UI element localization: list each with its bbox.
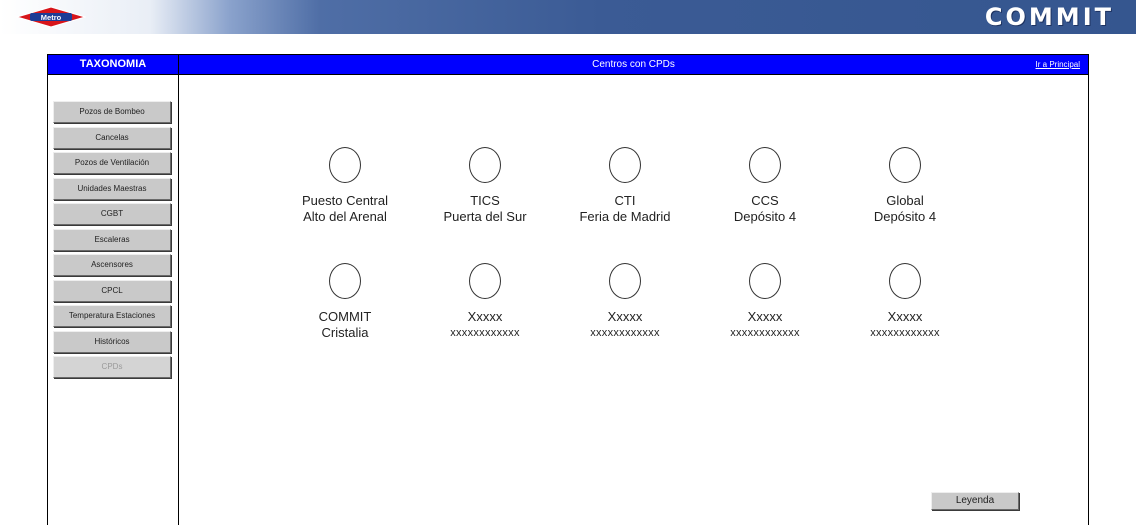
go-principal-link[interactable]: Ir a Principal — [1036, 58, 1080, 72]
cpd-center-name: TICS — [470, 193, 500, 208]
top-banner: Metro COMMIT — [0, 0, 1136, 34]
sidebar-title: TAXONOMIA — [48, 55, 178, 75]
sidebar-item-cgbt[interactable]: CGBT — [53, 203, 171, 225]
status-circle-icon[interactable] — [469, 147, 501, 183]
status-circle-icon[interactable] — [609, 147, 641, 183]
cpd-center-location: Depósito 4 — [733, 209, 797, 224]
cpd-center-item[interactable]: Global Depósito 4 — [835, 147, 975, 225]
cpd-center-name: Xxxxx — [887, 309, 923, 324]
svg-text:Metro: Metro — [41, 13, 62, 22]
cpd-center-name: COMMIT — [318, 309, 372, 324]
cpd-center-item[interactable]: TICS Puerta del Sur — [415, 147, 555, 225]
cpd-center-name: Puesto Central — [302, 193, 388, 208]
status-circle-icon[interactable] — [889, 263, 921, 299]
cpd-center-item[interactable]: CTI Feria de Madrid — [555, 147, 695, 225]
cpd-center-name: Xxxxx — [747, 309, 783, 324]
cpd-center-name: CCS — [751, 193, 779, 208]
sidebar-item-cpds: CPDs — [53, 356, 171, 378]
sidebar-item-pozos-bombeo[interactable]: Pozos de Bombeo — [53, 101, 171, 123]
sidebar-menu: Pozos de Bombeo Cancelas Pozos de Ventil… — [53, 101, 172, 382]
cpd-center-item[interactable]: COMMIT Cristalia — [275, 263, 415, 341]
cpd-center-item[interactable]: Xxxxx xxxxxxxxxxxx — [835, 263, 975, 341]
cpd-center-item[interactable]: Puesto Central Alto del Arenal — [275, 147, 415, 225]
cpd-center-name: Xxxxx — [607, 309, 643, 324]
sidebar-item-cpcl[interactable]: CPCL — [53, 279, 171, 302]
cpd-center-location: Cristalia — [321, 325, 369, 340]
sidebar-item-pozos-ventilacion[interactable]: Pozos de Ventilación — [53, 152, 171, 174]
metro-logo-icon: Metro — [16, 6, 86, 28]
app-frame: TAXONOMIA Pozos de Bombeo Cancelas Pozos… — [47, 54, 1089, 525]
sidebar-item-ascensores[interactable]: Ascensores — [53, 254, 171, 276]
cpd-center-grid: Puesto Central Alto del Arenal TICS Puer… — [275, 147, 995, 341]
sidebar: TAXONOMIA Pozos de Bombeo Cancelas Pozos… — [48, 55, 179, 525]
status-circle-icon[interactable] — [329, 263, 361, 299]
cpd-center-location: Depósito 4 — [873, 209, 937, 224]
cpd-center-location: xxxxxxxxxxxx — [730, 327, 800, 339]
sidebar-item-escaleras[interactable]: Escaleras — [53, 228, 171, 251]
status-circle-icon[interactable] — [609, 263, 641, 299]
cpd-center-item[interactable]: Xxxxx xxxxxxxxxxxx — [695, 263, 835, 341]
cpd-center-name: CTI — [614, 193, 636, 208]
cpd-center-item[interactable]: Xxxxx xxxxxxxxxxxx — [415, 263, 555, 341]
cpd-center-item[interactable]: CCS Depósito 4 — [695, 147, 835, 225]
cpd-center-item[interactable]: Xxxxx xxxxxxxxxxxx — [555, 263, 695, 341]
legend-button[interactable]: Leyenda — [931, 492, 1019, 510]
status-circle-icon[interactable] — [749, 263, 781, 299]
cpd-center-name: Xxxxx — [467, 309, 503, 324]
main-header: Centros con CPDs Ir a Principal — [179, 55, 1088, 75]
cpd-center-location: xxxxxxxxxxxx — [590, 327, 660, 339]
cpd-center-location: xxxxxxxxxxxx — [870, 327, 940, 339]
status-circle-icon[interactable] — [329, 147, 361, 183]
cpd-center-location: Feria de Madrid — [579, 209, 671, 224]
sidebar-item-unidades-maestras[interactable]: Unidades Maestras — [53, 177, 171, 200]
brand-title: COMMIT — [984, 3, 1114, 31]
cpd-center-location: xxxxxxxxxxxx — [450, 327, 520, 339]
cpd-center-location: Puerta del Sur — [443, 209, 527, 224]
status-circle-icon[interactable] — [889, 147, 921, 183]
status-circle-icon[interactable] — [469, 263, 501, 299]
cpd-center-location: Alto del Arenal — [303, 209, 387, 224]
sidebar-item-cancelas[interactable]: Cancelas — [53, 126, 171, 149]
status-circle-icon[interactable] — [749, 147, 781, 183]
page-title: Centros con CPDs — [592, 59, 675, 70]
main-panel: Centros con CPDs Ir a Principal Puesto C… — [179, 55, 1088, 525]
sidebar-item-historicos[interactable]: Históricos — [53, 330, 171, 353]
sidebar-item-temperatura-estaciones[interactable]: Temperatura Estaciones — [53, 305, 171, 327]
cpd-center-name: Global — [886, 193, 924, 208]
